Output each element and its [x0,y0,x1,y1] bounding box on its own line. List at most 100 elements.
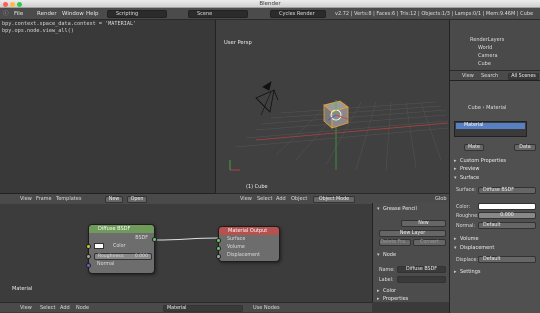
surface-input-label: Surface [227,237,246,242]
panel-surface[interactable]: Surface [452,174,538,182]
3d-viewport[interactable]: User Persp (1) Cube [215,20,449,193]
color-swatch[interactable] [94,243,104,249]
pivot-select[interactable]: Glob [435,194,447,204]
console-line: bpy.ops.node.view_all() [2,28,74,34]
camera-object [255,81,279,113]
viewport-header: View Select Add Object Object Mode Glob [215,193,449,203]
displace-select[interactable]: Default [478,256,536,263]
material-output-node[interactable]: Material Output Surface Volume Displacem… [216,226,280,262]
diffuse-node-header[interactable]: Diffuse BSDF [89,225,154,233]
scene-stats: v2.72 | Verts:8 | Faces:6 | Tris:12 | Ob… [335,11,534,17]
panel-settings[interactable]: Settings [452,268,538,276]
scene-selector[interactable]: Scene [188,10,248,18]
node-add-menu[interactable]: Add [60,303,70,313]
panel-custom-properties[interactable]: Custom Properties [452,157,538,165]
bsdf-output-label: BSDF [135,236,148,241]
editor-type-icon[interactable]: ⓘ [3,8,9,20]
roughness-slider[interactable]: 0.000 [478,212,536,219]
displacement-input-label: Displacement [227,253,260,258]
new-layer-button[interactable]: New Layer [379,230,446,237]
material-slot[interactable]: Material [456,123,525,129]
roughness-field[interactable]: Roughness: 0.000 [94,253,152,260]
panel-preview[interactable]: Preview [452,165,538,173]
node-label-label: Label: [379,278,394,283]
layout-selector[interactable]: Scripting [107,10,167,18]
python-console[interactable]: bpy.context.space_data.context = 'MATERI… [0,20,215,193]
viewport-scene [229,81,449,171]
panel-displacement[interactable]: Displacement [452,244,538,252]
material-slot-list[interactable]: Material [454,121,527,137]
surface-shader-select[interactable]: Diffuse BSDF [478,187,536,194]
outliner-header: View Search All Scenes [450,70,540,80]
outliner-item-cube[interactable]: Cube [478,61,491,67]
node-select-menu[interactable]: Select [40,303,55,313]
render-engine-select[interactable]: Cycles Render [270,10,326,18]
volume-input-label: Volume [227,245,245,250]
console-line: bpy.context.space_data.context = 'MATERI… [2,21,137,27]
node-editor-header: View Select Add Node Material Use Nodes [0,302,372,312]
node-name-label: Name: [379,268,395,273]
selected-object-label: (1) Cube [246,184,268,190]
outliner-item-world[interactable]: World [478,45,492,51]
displace-label: Displace: [456,258,479,263]
roughness-label: Roughne: [456,214,479,219]
normal-label: Normal: [456,224,475,229]
menu-render[interactable]: Render [37,8,57,20]
node-label-field[interactable] [397,276,446,283]
normal-input-socket[interactable] [86,263,91,268]
node-node-menu[interactable]: Node [76,303,89,313]
normal-select[interactable]: Default [478,222,536,229]
color-swatch[interactable] [478,203,536,210]
panel-grease-pencil[interactable]: Grease Pencil [375,205,447,213]
panel-properties[interactable]: Properties [375,295,447,303]
roughness-input-socket[interactable] [86,254,91,259]
panel-node[interactable]: Node [375,251,447,259]
axis-gizmo [229,160,240,171]
output-node-header[interactable]: Material Output [219,227,279,235]
volume-input-socket[interactable] [216,246,221,251]
outliner[interactable]: RenderLayers World Camera Cube View Sear… [449,20,540,80]
material-selector[interactable]: Material [163,304,243,312]
panel-color[interactable]: Color [375,287,447,295]
surface-input-socket[interactable] [216,238,221,243]
material-link-select[interactable]: Data [514,144,536,151]
grease-new-button[interactable]: New [401,220,446,227]
menu-file[interactable]: File [14,8,23,20]
normal-input-label: Normal [97,262,115,267]
convert-button[interactable]: Convert [413,239,446,246]
delete-frame-button[interactable]: Delete Fra... [379,239,411,246]
viewport-select-menu[interactable]: Select [257,194,272,204]
displacement-input-socket[interactable] [216,254,221,259]
node-tree-label: Material [12,286,33,292]
viewport-add-menu[interactable]: Add [276,194,286,204]
node-editor[interactable]: View Frame Templates New Open Diffuse BS… [0,193,372,302]
material-name-field[interactable]: Mate [464,144,484,151]
diffuse-bsdf-node[interactable]: Diffuse BSDF BSDF Color Roughness: 0.000… [86,224,157,274]
surface-label: Surface: [456,188,476,193]
viewport-object-menu[interactable]: Object [291,194,307,204]
info-header: ⓘ File Render Window Help Scripting Scen… [0,8,540,20]
outliner-item-camera[interactable]: Camera [478,53,498,59]
breadcrumb: Cube › Material [468,105,507,111]
use-nodes-checkbox[interactable]: Use Nodes [253,303,280,313]
viewport-view-menu[interactable]: View [240,194,252,204]
color-input-socket[interactable] [86,244,91,249]
outliner-display-mode[interactable]: All Scenes [508,72,539,80]
menu-window[interactable]: Window [62,8,84,20]
title-bar: Blender [0,0,540,8]
color-label: Color: [456,205,471,210]
bsdf-to-surface-link [154,237,219,241]
outliner-item-renderlayers[interactable]: RenderLayers [470,37,504,43]
mode-select[interactable]: Object Mode [313,195,355,203]
menu-help[interactable]: Help [86,8,99,20]
properties-editor[interactable]: Cube › Material Material Mate Data Custo… [449,80,540,313]
cube-object [323,100,349,129]
panel-volume[interactable]: Volume [452,235,538,243]
node-name-field[interactable]: Diffuse BSDF [397,266,446,273]
x-axis-line [255,122,449,141]
node-view-menu[interactable]: View [20,303,32,313]
node-sidebar[interactable]: Grease Pencil New New Layer Delete Fra..… [372,193,449,303]
node-links [154,237,219,241]
bsdf-output-socket[interactable] [152,237,157,242]
color-input-label: Color [113,244,126,249]
